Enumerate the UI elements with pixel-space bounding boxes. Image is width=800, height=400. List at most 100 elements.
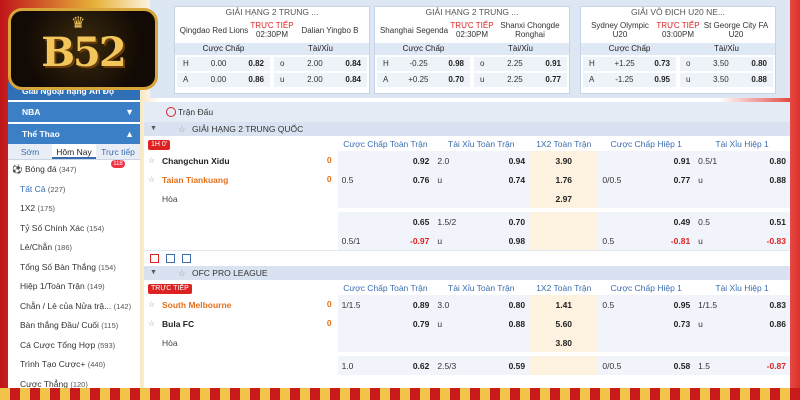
odds-cell[interactable]: u -0.83 bbox=[694, 231, 790, 250]
stats-icon[interactable] bbox=[150, 254, 159, 263]
sidebar-sports[interactable]: Thể Thao ▲ bbox=[8, 124, 140, 144]
sidebar-item-outright[interactable]: Cược Thẳng (120) bbox=[8, 375, 140, 389]
item-count: (120) bbox=[70, 379, 88, 389]
odds-cell[interactable]: 0/0.5 0.77 bbox=[598, 170, 695, 189]
odds-cell[interactable]: 0.92 bbox=[337, 151, 434, 170]
odds-cell[interactable]: o 3.50 0.80 bbox=[680, 57, 773, 71]
item-label: 1X2 bbox=[20, 203, 36, 213]
sidebar-item-parlay[interactable]: Cá Cược Tổng Hợp (593) bbox=[8, 336, 140, 356]
line: 1.5/2 bbox=[437, 216, 457, 227]
odds-cell[interactable]: 0.5 0.76 bbox=[337, 170, 434, 189]
sidebar-item-half-odd-even[interactable]: Chẵn / Lẻ của Nửa trậ... (142) bbox=[8, 297, 140, 317]
odds-cell[interactable]: 3.90 bbox=[529, 151, 599, 170]
sidebar-item-correct-score[interactable]: Tỷ Số Chính Xác (154) bbox=[8, 219, 140, 239]
odds-cell[interactable]: u 0.88 bbox=[694, 170, 790, 189]
odds-cell[interactable]: 0.5 0.95 bbox=[598, 295, 695, 314]
odds-cell[interactable]: 0/0.5 0.58 bbox=[598, 356, 695, 375]
sidebar-item-all[interactable]: Tất Cả (227) bbox=[8, 180, 140, 200]
featured-match-card[interactable]: GIẢI HẠNG 2 TRUNG ... Qingdao Red Lions … bbox=[174, 6, 370, 94]
odds-cell[interactable]: 0.5 -0.81 bbox=[598, 231, 695, 250]
col-header: Tài Xỉu Hiệp 1 bbox=[694, 280, 790, 295]
odds-cell[interactable]: 1.76 bbox=[529, 170, 599, 189]
odds-cell[interactable]: 0.91 bbox=[598, 151, 695, 170]
odds-cell[interactable]: o 2.00 0.84 bbox=[274, 57, 367, 71]
odds: 0.59 bbox=[508, 360, 526, 371]
item-count: (347) bbox=[59, 165, 77, 174]
star-icon[interactable]: ☆ bbox=[148, 170, 155, 189]
league-name: GIẢI HẠNG 2 TRUNG QUỐC bbox=[192, 124, 304, 134]
odds-cell[interactable]: u 0.98 bbox=[433, 231, 530, 250]
sidebar-nba[interactable]: NBA ▼ bbox=[8, 102, 140, 122]
odds-cell[interactable]: 0.49 bbox=[598, 212, 695, 231]
odds-cell[interactable]: 1.5/2 0.70 bbox=[433, 212, 530, 231]
odds-cell[interactable]: 0.5/1 -0.97 bbox=[337, 231, 434, 250]
over-under-header: Tài/Xỉu bbox=[308, 44, 333, 53]
odds-cell[interactable]: H +1.25 0.73 bbox=[583, 57, 676, 71]
tab-early[interactable]: Sớm bbox=[8, 144, 52, 159]
odds-cell[interactable]: A -1.25 0.95 bbox=[583, 73, 676, 87]
odds: 0.80 bbox=[751, 59, 767, 68]
sidebar-item-1x2[interactable]: 1X2 (175) bbox=[8, 199, 140, 219]
line: +1.25 bbox=[614, 59, 635, 68]
odds-cell[interactable]: 1.41 bbox=[529, 295, 599, 314]
brand-logo[interactable]: ♛ B52 bbox=[8, 8, 158, 90]
tab-live[interactable]: Trực tiếp 118 bbox=[96, 144, 140, 168]
live-badge: TRỰC TIẾP bbox=[148, 283, 192, 294]
odds-cell[interactable]: H 0.00 0.82 bbox=[177, 57, 270, 71]
odds-cell[interactable]: u 0.88 bbox=[433, 314, 530, 333]
star-icon[interactable]: ☆ bbox=[148, 295, 155, 314]
odds-cell[interactable]: 0.73 bbox=[598, 314, 695, 333]
item-label: Lẻ/Chẵn bbox=[20, 242, 53, 252]
sidebar-item-first-last-goal[interactable]: Bàn thắng Đầu/ Cuối (115) bbox=[8, 316, 140, 336]
odds-cell[interactable]: A 0.00 0.86 bbox=[177, 73, 270, 87]
featured-match-card[interactable]: GIẢI HẠNG 2 TRUNG ... Shanghai Segenda T… bbox=[374, 6, 570, 94]
odds-cell[interactable]: 0.79 bbox=[337, 314, 434, 333]
odds-cell[interactable]: u 2.00 0.84 bbox=[274, 73, 367, 87]
odds-cell[interactable]: 2.5/3 0.59 bbox=[433, 356, 530, 375]
odds: 0.74 bbox=[508, 174, 526, 185]
odds-cell[interactable]: 1.0 0.62 bbox=[337, 356, 434, 375]
sidebar-item-odd-even[interactable]: Lẻ/Chẵn (186) bbox=[8, 238, 140, 258]
odds-cell[interactable]: 0.5 0.51 bbox=[694, 212, 790, 231]
more-bets-icon[interactable] bbox=[182, 254, 191, 263]
odds-cell[interactable]: 2.0 0.94 bbox=[433, 151, 530, 170]
scoreboard-icon[interactable] bbox=[166, 254, 175, 263]
line: -1.25 bbox=[615, 75, 634, 84]
odds-cell[interactable]: 1/1.5 0.83 bbox=[694, 295, 790, 314]
odds-cell[interactable]: H -0.25 0.98 bbox=[377, 57, 470, 71]
featured-matches-strip: GIẢI HẠNG 2 TRUNG ... Qingdao Red Lions … bbox=[150, 0, 790, 98]
odds-cell[interactable]: 0.65 bbox=[337, 212, 434, 231]
odds-cell[interactable]: u 0.74 bbox=[433, 170, 530, 189]
collapse-icon: ▼ bbox=[150, 125, 157, 132]
odds-cell[interactable]: o 2.25 0.91 bbox=[474, 57, 567, 71]
line: 1/1.5 bbox=[341, 299, 361, 310]
odds-cell bbox=[598, 189, 695, 208]
odds-cell[interactable]: u 3.50 0.88 bbox=[680, 73, 773, 87]
sidebar-item-total-goals[interactable]: Tổng Số Bàn Thắng (154) bbox=[8, 258, 140, 278]
odds-cell bbox=[529, 231, 599, 250]
odds-cell[interactable]: u 2.25 0.77 bbox=[474, 73, 567, 87]
odds-cell[interactable]: u 0.86 bbox=[694, 314, 790, 333]
odds-cell[interactable]: 3.0 0.80 bbox=[433, 295, 530, 314]
odds: 0.98 bbox=[448, 59, 464, 68]
odds-cell[interactable]: 2.97 bbox=[529, 189, 599, 208]
col-header: 1X2 Toàn Trận bbox=[529, 280, 599, 295]
item-count: (440) bbox=[87, 360, 106, 369]
odds-cell[interactable]: 1/1.5 0.89 bbox=[337, 295, 434, 314]
table-row: Hòa 2.97 bbox=[144, 189, 790, 208]
star-icon[interactable]: ☆ bbox=[148, 314, 155, 333]
league-header[interactable]: ▼ ☆ OFC PRO LEAGUE bbox=[144, 266, 790, 280]
odds-cell[interactable]: 1.5 -0.87 bbox=[694, 356, 790, 375]
odds-cell[interactable]: 3.80 bbox=[529, 333, 599, 352]
star-icon[interactable]: ☆ bbox=[148, 151, 155, 170]
featured-match-card[interactable]: GIẢI VÔ ĐỊCH U20 NE... Sydney Olympic U2… bbox=[580, 6, 776, 94]
odds-cell[interactable]: A +0.25 0.70 bbox=[377, 73, 470, 87]
sidebar-item-bet-builder[interactable]: Trình Tạo Cược+ (440) bbox=[8, 355, 140, 375]
item-count: (154) bbox=[86, 223, 105, 233]
tab-today[interactable]: Hôm Nay bbox=[52, 144, 96, 159]
odds-cell[interactable]: 5.60 bbox=[529, 314, 599, 333]
league-header[interactable]: ▼ ☆ GIẢI HẠNG 2 TRUNG QUỐC bbox=[144, 122, 790, 136]
col-header: Cược Chấp Toàn Trận bbox=[337, 280, 434, 295]
sidebar-item-ht-ft[interactable]: Hiệp 1/Toàn Trận (149) bbox=[8, 277, 140, 297]
odds-cell[interactable]: 0.5/1 0.80 bbox=[694, 151, 790, 170]
